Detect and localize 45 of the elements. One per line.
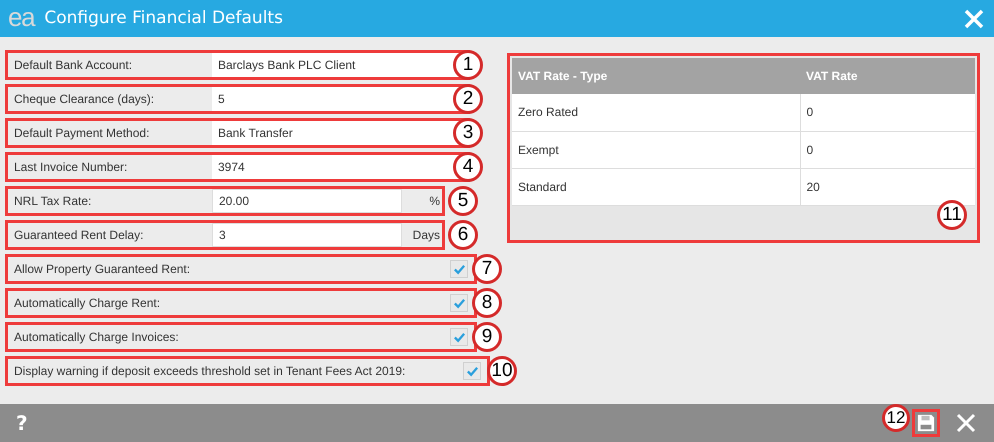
unit-label: % [429,193,441,210]
callout-number: 3 [453,118,483,148]
window-title: Configure Financial Defaults [44,6,283,30]
input-field[interactable]: 3 [212,223,402,247]
app-logo: ea [8,4,34,30]
callout-number: 12 [882,404,910,432]
field-label: Default Bank Account: [13,57,134,74]
callout-number: 2 [453,84,483,114]
check-icon [452,330,466,344]
column-header: VAT Rate - Type [512,58,800,94]
field-label: Guaranteed Rent Delay: [13,227,144,244]
save-button[interactable] [912,409,940,437]
field-label: Default Payment Method: [13,125,150,142]
table-cell: 0 [800,94,975,131]
checkbox[interactable] [463,362,481,380]
callout-number: 7 [472,254,502,284]
callout-number: 1 [453,50,483,80]
callout-number: 8 [472,288,502,318]
field-label: Automatically Charge Invoices: [13,329,179,346]
checkbox[interactable] [450,328,468,346]
callout-number: 11 [937,200,967,230]
table-cell: Zero Rated [512,94,800,131]
check-icon [452,296,466,310]
checkbox[interactable] [450,260,468,278]
input-field[interactable]: 20.00 [212,189,402,213]
field-label: NRL Tax Rate: [13,193,92,210]
callout-number: 6 [448,220,478,250]
callout-number: 9 [472,322,502,352]
unit-label: Days [412,227,441,244]
field-label: Cheque Clearance (days): [13,91,156,108]
field-label: Display warning if deposit exceeds threshold set in Tenant Fees Act 2019: [13,363,406,380]
checkbox[interactable] [450,294,468,312]
check-icon [466,364,478,378]
close-button[interactable] [954,411,978,435]
field-label: Automatically Charge Rent: [13,295,160,312]
field-label: Allow Property Guaranteed Rent: [13,261,190,278]
field-label: Last Invoice Number: [13,159,128,176]
callout-number: 10 [487,356,517,386]
table-cell: Exempt [512,131,800,168]
table-cell: Standard [512,168,800,205]
callout-number: 4 [453,152,483,182]
table-cell: 0 [800,131,975,168]
check-icon [452,262,466,276]
column-header: VAT Rate [800,58,975,94]
callout-number: 5 [448,186,478,216]
